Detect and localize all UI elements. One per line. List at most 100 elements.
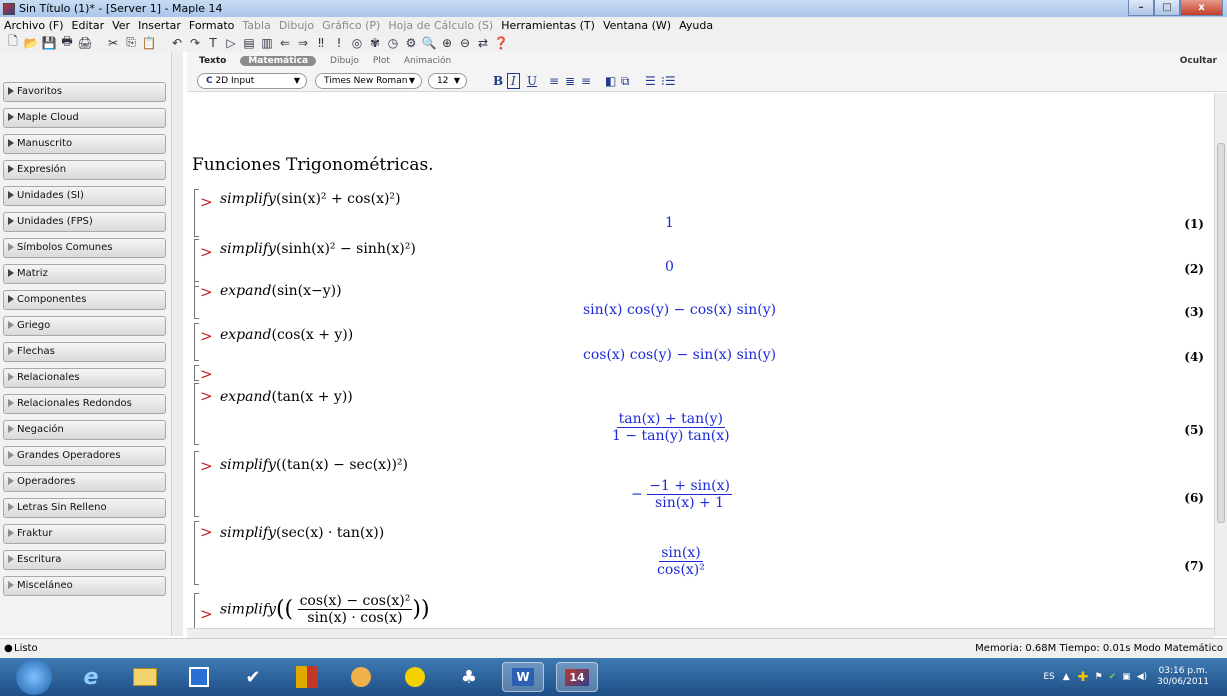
zoom-in-icon[interactable]: ⊕ xyxy=(439,35,455,51)
stop-icon[interactable]: ◎ xyxy=(349,35,365,51)
restart-icon[interactable]: ✾ xyxy=(367,35,383,51)
highlight-color-icon[interactable]: ⧉ xyxy=(621,73,630,89)
palette-simbolos-comunes[interactable]: Símbolos Comunes xyxy=(3,238,166,258)
maple-taskbar-icon[interactable]: 14 xyxy=(556,662,598,692)
undo-icon[interactable]: ↶ xyxy=(169,35,185,51)
input-line-2[interactable]: simplify(sinh(x)² − sinh(x)²) xyxy=(220,241,416,257)
messenger-icon[interactable] xyxy=(394,662,436,692)
explorer-icon[interactable] xyxy=(124,662,166,692)
shield-check-icon[interactable]: ✔ xyxy=(1109,672,1117,682)
tab-dibujo[interactable]: Dibujo xyxy=(330,56,359,66)
copy-icon[interactable]: ⎘ xyxy=(123,35,139,51)
palette-escritura[interactable]: Escritura xyxy=(3,550,166,570)
insert-section-icon[interactable]: ▤ xyxy=(241,35,257,51)
hide-toolbar-button[interactable]: Ocultar xyxy=(1180,56,1217,66)
execution-group-bracket[interactable] xyxy=(194,365,199,381)
print-icon[interactable]: 🖶 xyxy=(59,34,75,51)
redo-icon[interactable]: ↷ xyxy=(187,35,203,51)
flag-icon[interactable]: ⚑ xyxy=(1095,672,1103,682)
solitaire-icon[interactable]: ♣ xyxy=(448,662,490,692)
palette-fraktur[interactable]: Fraktur xyxy=(3,524,166,544)
execution-group-bracket[interactable] xyxy=(194,521,199,585)
input-line-5[interactable]: expand(tan(x + y)) xyxy=(220,389,353,405)
execution-group-bracket[interactable] xyxy=(194,383,199,445)
size-select[interactable]: 12 ▼ xyxy=(428,73,467,89)
forward-icon[interactable]: ⇒ xyxy=(295,35,311,51)
horizontal-scrollbar[interactable] xyxy=(187,628,1214,638)
numbered-list-icon[interactable]: ⁝☰ xyxy=(661,73,676,89)
execute-all-icon[interactable]: ‼ xyxy=(313,35,329,51)
input-line-3[interactable]: expand(sin(x−y)) xyxy=(220,283,342,299)
execute-icon[interactable]: ! xyxy=(331,35,347,51)
ie-icon[interactable]: e xyxy=(70,662,112,692)
plus-tray-icon[interactable]: ✚ xyxy=(1078,670,1089,685)
network-icon[interactable]: ▣ xyxy=(1122,672,1131,682)
menu-editar[interactable]: Editar xyxy=(68,19,109,32)
input-line-8[interactable]: simplify(( cos(x) − cos(x)² sin(x) · cos(… xyxy=(220,593,430,626)
puzzle-app-icon[interactable] xyxy=(286,662,328,692)
outdent-icon[interactable]: ▥ xyxy=(259,35,275,51)
show-hidden-icon[interactable]: ⇄ xyxy=(475,35,491,51)
input-line-7[interactable]: simplify(sec(x) · tan(x)) xyxy=(220,525,384,541)
menu-archivo[interactable]: Archivo (F) xyxy=(0,19,68,32)
close-button[interactable]: x xyxy=(1180,0,1223,16)
menu-insertar[interactable]: Insertar xyxy=(134,19,185,32)
worksheet[interactable]: Funciones Trigonométricas. > simplify(si… xyxy=(187,93,1214,628)
palette-expresion[interactable]: Expresión xyxy=(3,160,166,180)
text-mode-icon[interactable]: T xyxy=(205,35,221,51)
help-icon[interactable]: ❓ xyxy=(493,35,509,51)
clock[interactable]: 03:16 p.m. 30/06/2011 xyxy=(1157,666,1209,688)
tab-plot[interactable]: Plot xyxy=(373,56,390,66)
palette-relacionales[interactable]: Relacionales xyxy=(3,368,166,388)
zoom-100-icon[interactable]: 🔍 xyxy=(421,35,437,51)
print-preview-icon[interactable]: 🖨 xyxy=(77,35,93,51)
bullet-list-icon[interactable]: ☰ xyxy=(645,73,656,89)
word-taskbar-icon[interactable]: W xyxy=(502,662,544,692)
execution-group-bracket[interactable] xyxy=(194,593,199,628)
menu-tabla[interactable]: Tabla xyxy=(238,19,274,32)
menu-formato[interactable]: Formato xyxy=(185,19,239,32)
language-indicator[interactable]: ES xyxy=(1043,672,1054,682)
palette-operadores[interactable]: Operadores xyxy=(3,472,166,492)
italic-button[interactable]: I xyxy=(507,73,520,89)
menu-ventana[interactable]: Ventana (W) xyxy=(599,19,675,32)
underline-button[interactable]: U xyxy=(527,73,537,89)
execution-group-bracket[interactable] xyxy=(194,239,199,287)
palette-flechas[interactable]: Flechas xyxy=(3,342,166,362)
palette-matriz[interactable]: Matriz xyxy=(3,264,166,284)
volume-icon[interactable]: ◀) xyxy=(1137,672,1147,682)
menu-dibujo[interactable]: Dibujo xyxy=(275,19,318,32)
zoom-out-icon[interactable]: ⊖ xyxy=(457,35,473,51)
input-line-4[interactable]: expand(cos(x + y)) xyxy=(220,327,353,343)
palette-manuscrito[interactable]: Manuscrito xyxy=(3,134,166,154)
palette-griego[interactable]: Griego xyxy=(3,316,166,336)
execution-group-bracket[interactable] xyxy=(194,451,199,517)
font-select[interactable]: Times New Roman ▼ xyxy=(315,73,422,89)
palette-grandes-operadores[interactable]: Grandes Operadores xyxy=(3,446,166,466)
vertical-scrollbar[interactable] xyxy=(1214,93,1227,636)
start-button[interactable] xyxy=(16,659,52,695)
menu-ayuda[interactable]: Ayuda xyxy=(675,19,717,32)
align-center-icon[interactable]: ≣ xyxy=(565,73,575,89)
task-manager-icon[interactable]: ✔ xyxy=(232,662,274,692)
palette-relacionales-redondos[interactable]: Relacionales Redondos xyxy=(3,394,166,414)
sidebar-scrollbar[interactable] xyxy=(171,52,183,636)
back-icon[interactable]: ⇐ xyxy=(277,35,293,51)
scrollbar-thumb[interactable] xyxy=(1217,143,1225,523)
minimize-button[interactable]: – xyxy=(1128,0,1154,16)
palette-unidades-fps[interactable]: Unidades (FPS) xyxy=(3,212,166,232)
empty-prompt[interactable]: > xyxy=(200,365,213,383)
palette-unidades-si[interactable]: Unidades (SI) xyxy=(3,186,166,206)
execution-group-bracket[interactable] xyxy=(194,281,199,319)
open-icon[interactable]: 📂 xyxy=(23,35,39,51)
menu-hoja-de-calculo[interactable]: Hoja de Cálculo (S) xyxy=(384,19,497,32)
cut-icon[interactable]: ✂ xyxy=(105,35,121,51)
palette-letras-sin-relleno[interactable]: Letras Sin Relleno xyxy=(3,498,166,518)
menu-herramientas[interactable]: Herramientas (T) xyxy=(497,19,599,32)
tab-animacion[interactable]: Animación xyxy=(404,56,451,66)
align-right-icon[interactable]: ≡ xyxy=(581,73,591,89)
debug-icon[interactable]: ◷ xyxy=(385,35,401,51)
execution-group-bracket[interactable] xyxy=(194,189,199,237)
palette-favoritos[interactable]: Favoritos xyxy=(3,82,166,102)
show-hidden-icons-icon[interactable]: ▲ xyxy=(1063,672,1070,682)
